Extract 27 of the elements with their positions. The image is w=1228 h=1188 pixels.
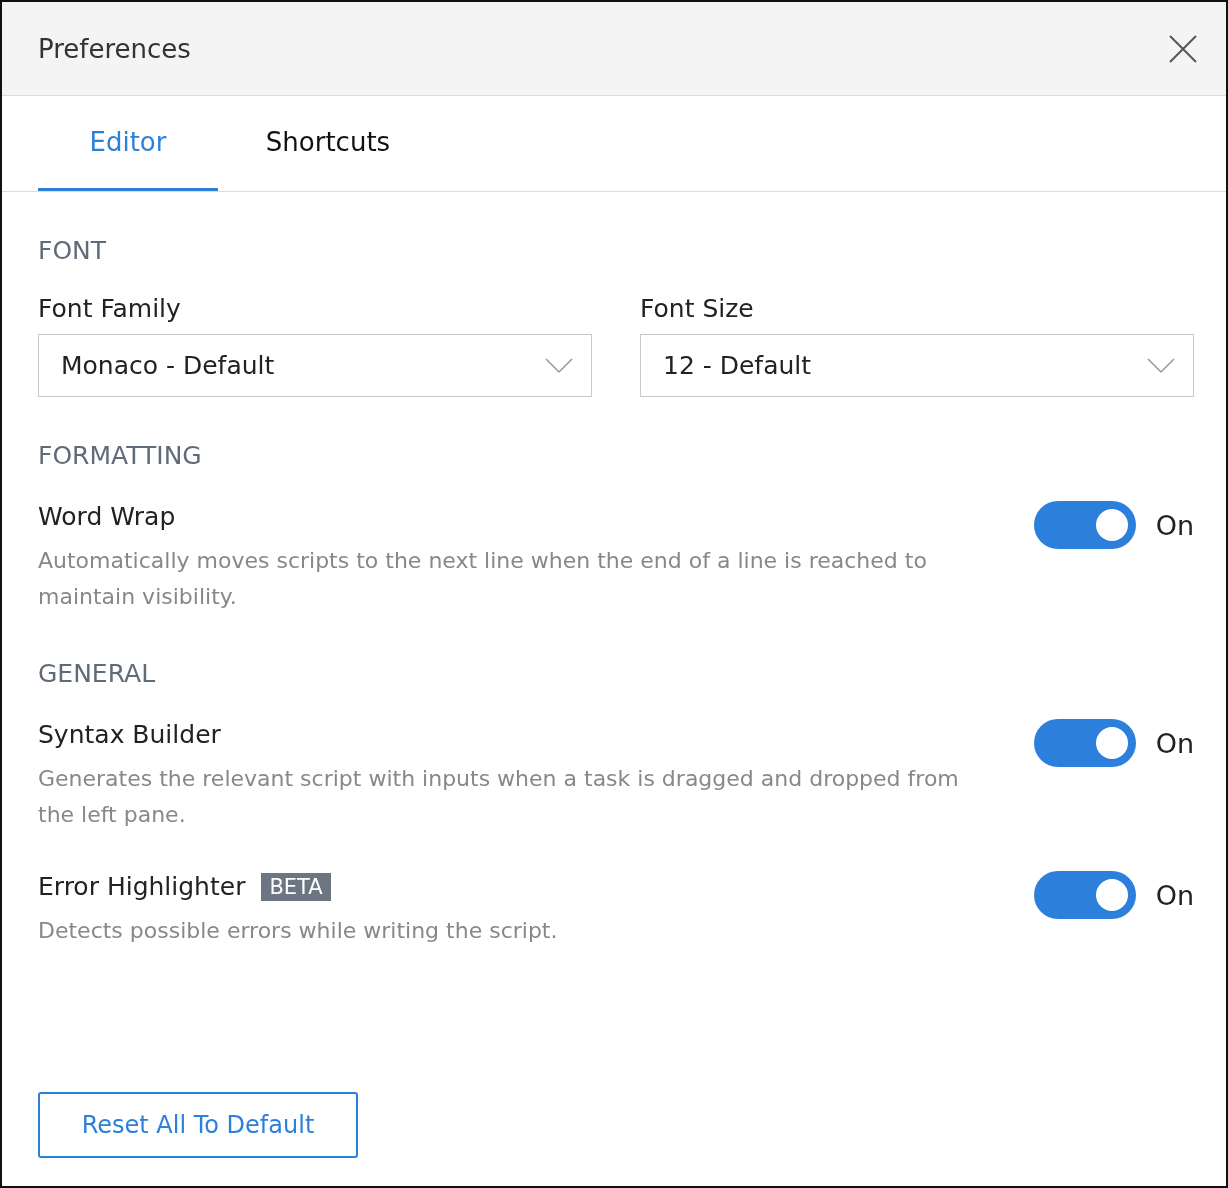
setting-title: Word Wrap (38, 501, 176, 533)
chevron-down-icon (545, 357, 573, 374)
toggle-switch[interactable] (1033, 871, 1136, 919)
beta-badge: BETA (261, 873, 331, 901)
toggle-switch[interactable] (1033, 719, 1136, 767)
setting-description: Generates the relevant script with inputs when a task is dragged and dropped from the left pane. (38, 765, 960, 829)
field-label: Font Size (640, 294, 755, 324)
chevron-down-icon (1147, 357, 1175, 374)
section-heading: GENERAL (38, 658, 157, 690)
setting-description: Detects possible errors while writing the script. (38, 917, 559, 945)
close-icon[interactable] (1168, 33, 1198, 64)
tab[interactable]: Editor (38, 96, 218, 191)
dropdown[interactable]: Monaco - Default (38, 334, 592, 397)
section-heading: FONT (38, 235, 108, 267)
setting-description: Automatically moves scripts to the next line when the end of a line is reached to maintain visibility. (38, 547, 928, 611)
dropdown[interactable]: 12 - Default (640, 334, 1194, 397)
dialog-title: Preferences (38, 33, 191, 64)
toggle-state-label: On (1155, 727, 1194, 759)
toggle-switch[interactable] (1033, 501, 1136, 549)
toggle-state-label: On (1155, 879, 1194, 911)
tab[interactable]: Shortcuts (238, 96, 418, 191)
toggle-state-label: On (1155, 509, 1194, 541)
reset-button[interactable]: Reset All To Default (38, 1092, 358, 1158)
setting-title: Syntax Builder (38, 719, 221, 751)
field-label: Font Family (38, 294, 182, 324)
section-heading: FORMATTING (38, 440, 203, 472)
setting-title: Error Highlighter (38, 871, 246, 903)
